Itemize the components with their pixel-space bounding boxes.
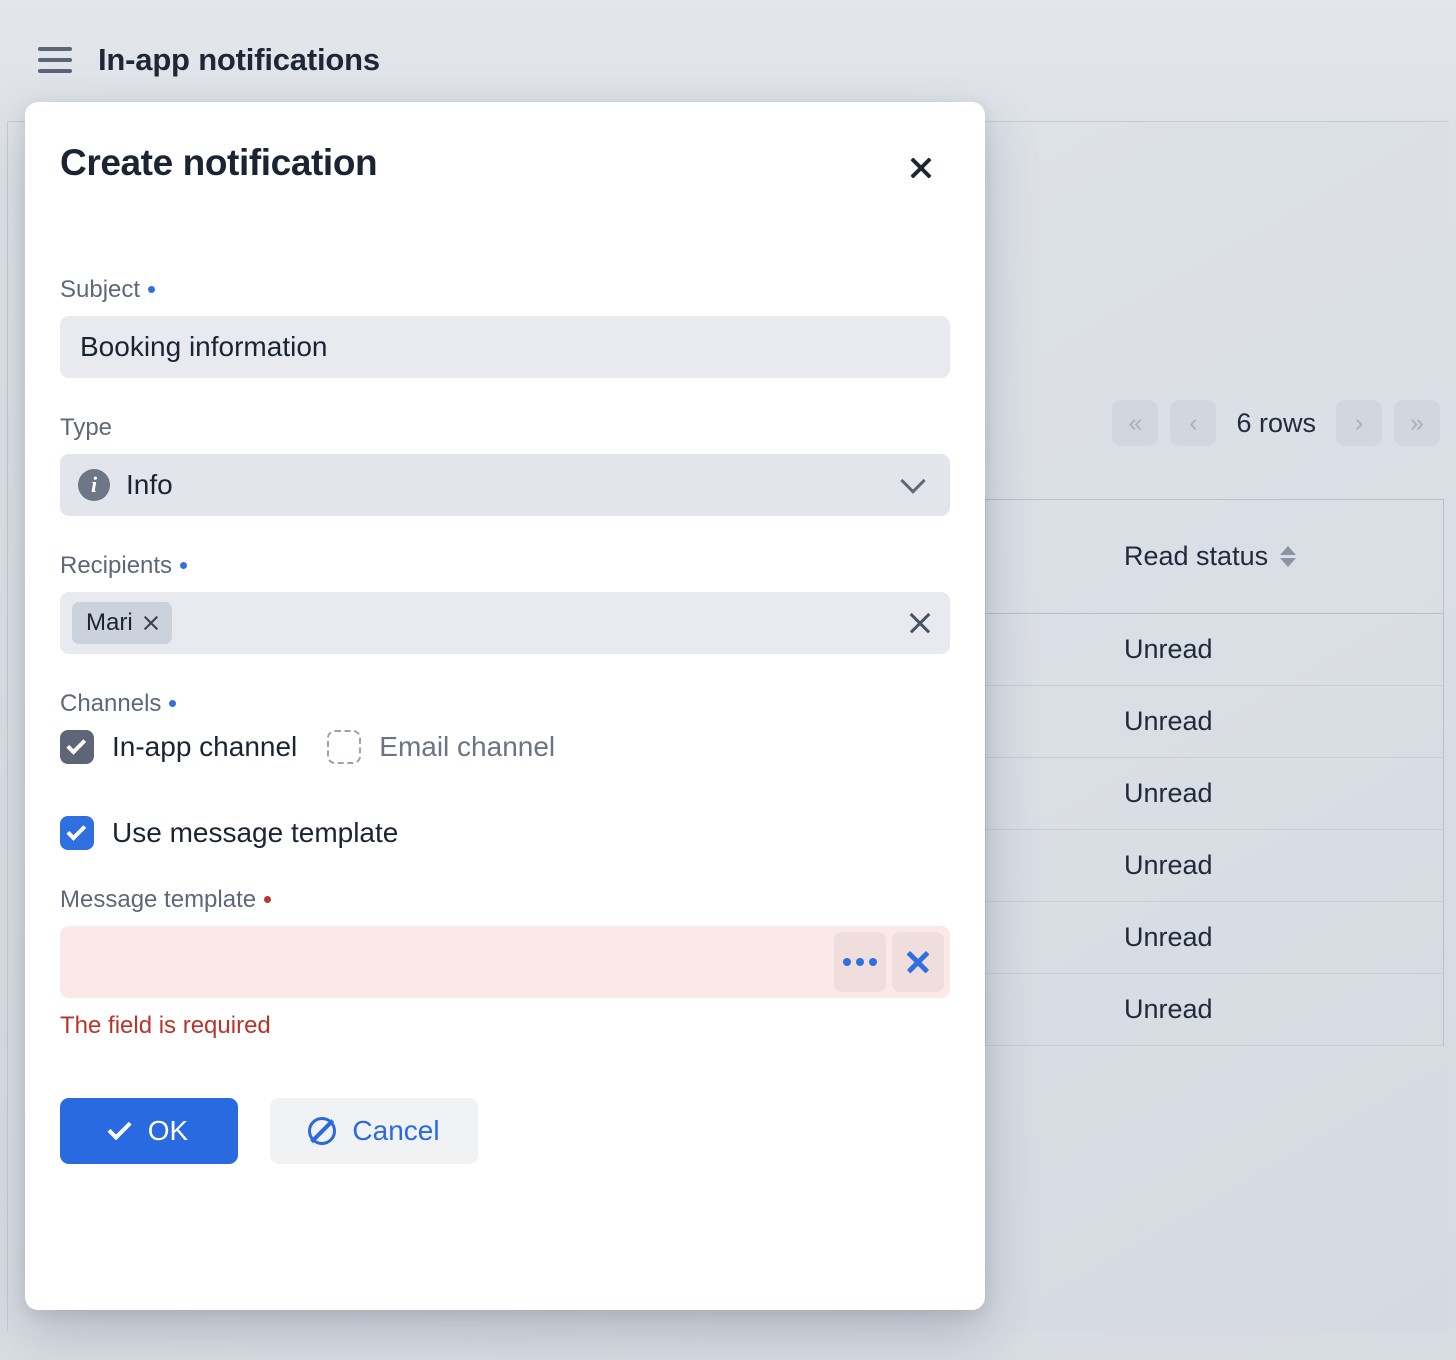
field-recipients: Recipients Mari [60, 552, 950, 654]
ok-button[interactable]: OK [60, 1098, 238, 1164]
field-message-template: Message template The field is required [60, 886, 950, 1040]
message-template-error: The field is required [60, 1012, 950, 1040]
checkbox-icon-checked[interactable] [60, 730, 94, 764]
recipient-tag-label: Mari [86, 609, 133, 637]
type-select[interactable]: i Info [60, 454, 950, 516]
label-channels: Channels [60, 690, 950, 718]
required-dot-icon [169, 700, 176, 707]
recipients-input[interactable]: Mari [60, 592, 950, 654]
required-dot-icon [180, 562, 187, 569]
close-x-glyph [908, 155, 934, 181]
message-template-browse-button[interactable] [834, 932, 886, 992]
checkbox-icon-checked[interactable] [60, 816, 94, 850]
dialog-footer: OK Cancel [60, 1040, 950, 1164]
ok-button-label: OK [148, 1115, 188, 1147]
checkbox-use-message-template[interactable]: Use message template [60, 816, 950, 850]
checkbox-icon-unchecked-disabled[interactable] [327, 730, 361, 764]
checkbox-label-email-channel: Email channel [379, 731, 555, 763]
dialog-title: Create notification [60, 142, 377, 184]
chevron-down-icon[interactable] [900, 468, 925, 493]
clear-recipients-icon[interactable] [908, 611, 932, 635]
modal-overlay: Create notification Subject Booking info… [0, 0, 1456, 1360]
label-message-template: Message template [60, 886, 950, 914]
ban-icon [308, 1117, 336, 1145]
field-channels: Channels In-app channel Email channel [60, 690, 950, 764]
close-icon[interactable] [897, 144, 945, 192]
subject-input-value: Booking information [80, 331, 327, 363]
dialog-header: Create notification [60, 102, 950, 192]
recipient-tag[interactable]: Mari [72, 602, 172, 644]
dialog-body: Subject Booking information Type i Info [60, 192, 950, 1164]
label-recipients: Recipients [60, 552, 950, 580]
cancel-button-label: Cancel [352, 1115, 439, 1147]
message-template-clear-button[interactable] [892, 932, 944, 992]
label-subject: Subject [60, 276, 950, 304]
info-circle-icon: i [78, 469, 110, 501]
ellipsis-icon [843, 958, 877, 966]
checkbox-email-channel[interactable]: Email channel [327, 730, 555, 764]
subject-input[interactable]: Booking information [60, 316, 950, 378]
field-type: Type i Info [60, 414, 950, 516]
checkbox-label-in-app-channel: In-app channel [112, 731, 297, 763]
cancel-button[interactable]: Cancel [270, 1098, 478, 1164]
clear-x-icon [906, 950, 930, 974]
field-subject: Subject Booking information [60, 276, 950, 378]
label-type: Type [60, 414, 950, 442]
checkbox-label-use-message-template: Use message template [112, 817, 398, 849]
channels-options: In-app channel Email channel [60, 730, 950, 764]
create-notification-dialog: Create notification Subject Booking info… [25, 102, 985, 1310]
message-template-input[interactable] [60, 926, 950, 998]
checkbox-in-app-channel[interactable]: In-app channel [60, 730, 297, 764]
remove-tag-icon[interactable] [143, 615, 160, 632]
check-icon [107, 1116, 131, 1140]
required-dot-error-icon [264, 896, 271, 903]
type-select-value: Info [126, 469, 904, 501]
required-dot-icon [148, 286, 155, 293]
